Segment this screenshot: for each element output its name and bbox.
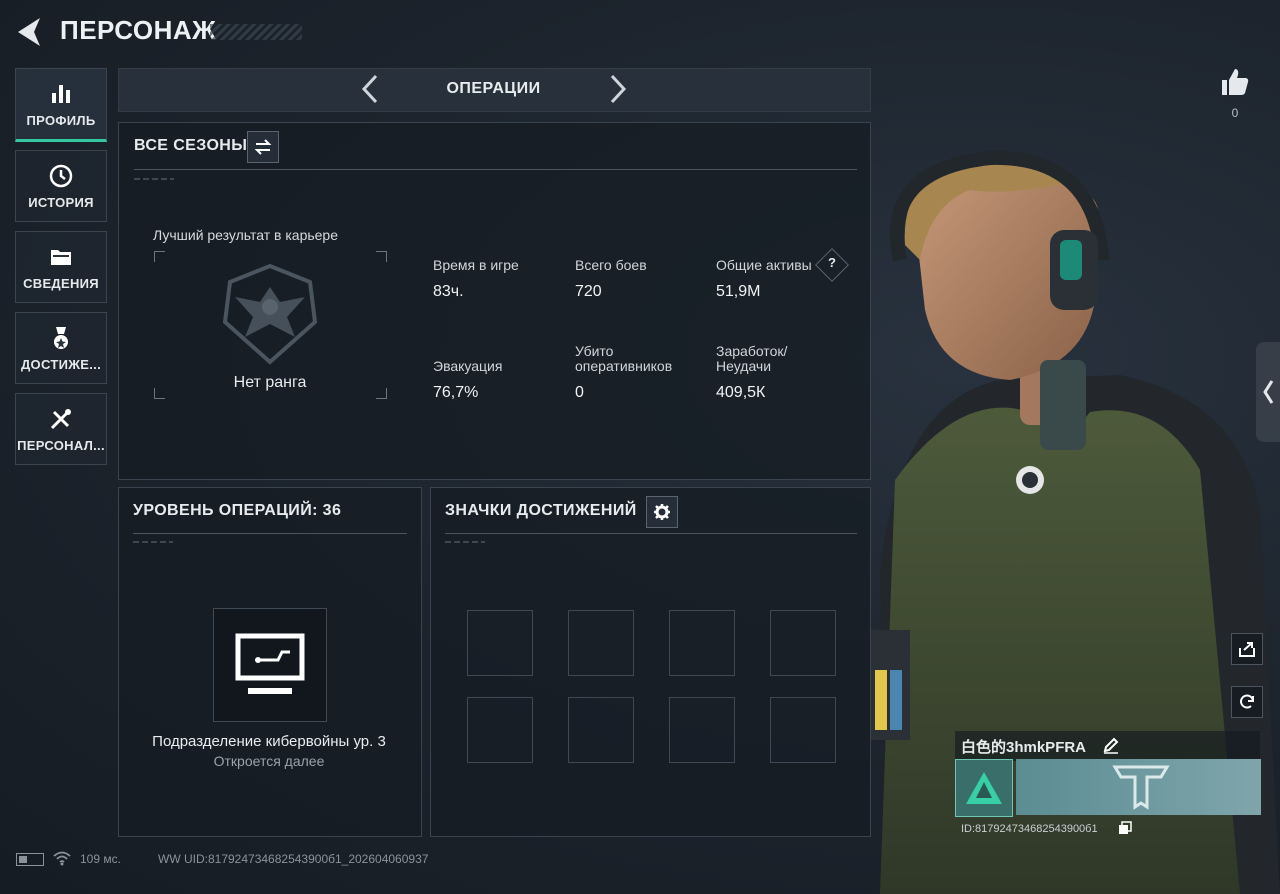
nav-info-label: СВЕДЕНИЯ — [23, 275, 99, 291]
help-icon: ? — [828, 255, 836, 270]
seasons-title: ВСЕ СЕЗОНЫ — [134, 137, 248, 154]
badge-slot[interactable] — [467, 610, 533, 676]
rank-emblem-icon — [222, 263, 318, 365]
wifi-icon — [53, 851, 71, 866]
chevron-right-icon[interactable] — [606, 73, 630, 105]
best-result-label: Лучший результат в карьере — [153, 227, 339, 243]
battery-icon — [16, 853, 44, 866]
ops-level-divider — [133, 533, 407, 534]
uid-label: WW UID:817924734682543900б1_202604060937 — [158, 852, 429, 866]
nav-achievements[interactable]: ДОСТИЖЕ... — [15, 312, 107, 384]
swap-icon — [254, 139, 272, 155]
divider-decoration — [445, 541, 485, 543]
chevron-left-icon — [1263, 380, 1274, 404]
badge-slot[interactable] — [770, 610, 836, 676]
folder-icon — [51, 249, 71, 265]
badge-slot[interactable] — [669, 697, 735, 763]
unit-unlock-note: Откроется далее — [213, 753, 325, 769]
badge-slot[interactable] — [770, 697, 836, 763]
refresh-button[interactable] — [1231, 686, 1263, 718]
unit-emblem[interactable] — [213, 608, 327, 722]
nav-history[interactable]: ИСТОРИЯ — [15, 150, 107, 222]
nav-profile-label: ПРОФИЛЬ — [26, 112, 96, 128]
unit-name: Подразделение кибервойны ур. 3 — [152, 733, 386, 750]
triangle-rank-icon — [966, 772, 1002, 804]
badge-slot[interactable] — [568, 610, 634, 676]
nav-info[interactable]: СВЕДЕНИЯ — [15, 231, 107, 303]
player-id: ID:817924734682543900б1 — [961, 823, 1098, 835]
ping-label: 109 мс. — [80, 852, 121, 866]
gear-icon — [654, 504, 670, 520]
season-switch-button[interactable] — [247, 131, 279, 163]
stat-battles-value: 720 — [575, 283, 602, 300]
frame-corner — [154, 251, 165, 262]
thumbs-up-icon[interactable] — [1219, 66, 1251, 98]
stat-battles-label: Всего боев — [575, 257, 647, 273]
nav-profile[interactable]: ПРОФИЛЬ — [15, 68, 107, 142]
mode-label: ОПЕРАЦИИ — [446, 80, 541, 97]
stat-earnings-value: 409,5К — [716, 384, 766, 401]
nav-history-label: ИСТОРИЯ — [28, 194, 94, 210]
stat-playtime-value: 83ч. — [433, 283, 464, 300]
copy-icon[interactable] — [1118, 821, 1132, 835]
back-arrow-icon[interactable] — [14, 14, 46, 50]
player-name: 白色的3hmkPFRA — [961, 739, 1087, 756]
achievements-divider — [445, 533, 857, 534]
nav-personalization[interactable]: ПЕРСОНАЛ... — [15, 393, 107, 465]
achievements-settings-button[interactable] — [646, 496, 678, 528]
frame-corner — [376, 251, 387, 262]
history-icon — [49, 164, 73, 187]
likes-count: 0 — [1231, 106, 1239, 120]
bar-chart-icon — [52, 84, 70, 103]
side-collapse-tab[interactable] — [1256, 342, 1280, 442]
achievements-title: ЗНАЧКИ ДОСТИЖЕНИЙ — [445, 502, 637, 519]
badge-slot[interactable] — [669, 610, 735, 676]
stat-assets-value: 51,9М — [716, 283, 761, 300]
nav-achievements-label: ДОСТИЖЕ... — [21, 356, 101, 372]
refresh-icon — [1240, 694, 1254, 709]
seasons-divider — [134, 169, 857, 170]
ops-level-title: УРОВЕНЬ ОПЕРАЦИЙ: 36 — [133, 502, 342, 519]
edit-icon[interactable] — [1102, 736, 1120, 754]
stat-kills-label: Убито оперативников — [575, 343, 673, 374]
player-banner[interactable] — [1016, 759, 1261, 815]
emblem-icon — [1112, 765, 1170, 810]
stat-assets-label: Общие активы — [716, 257, 812, 273]
stat-evac-value: 76,7% — [433, 384, 479, 401]
chevron-left-icon[interactable] — [358, 73, 382, 105]
divider-decoration — [133, 541, 173, 543]
stat-evac-label: Эвакуация — [433, 358, 503, 374]
stat-playtime-label: Время в игре — [433, 257, 519, 273]
badge-slot[interactable] — [568, 697, 634, 763]
rank-label: Нет ранга — [233, 374, 307, 391]
stat-kills-value: 0 — [575, 384, 584, 401]
share-icon — [1239, 642, 1255, 657]
monitor-icon — [235, 633, 305, 694]
nav-personalization-label: ПЕРСОНАЛ... — [17, 437, 105, 453]
divider-decoration — [134, 178, 174, 180]
title-decoration — [210, 24, 302, 40]
badge-slot[interactable] — [467, 697, 533, 763]
medal-icon — [54, 326, 68, 349]
page-title: ПЕРСОНАЖ — [60, 15, 217, 45]
stat-earnings-label: Заработок/ Неудачи — [716, 343, 788, 374]
tools-icon — [50, 408, 71, 429]
share-button[interactable] — [1231, 633, 1263, 665]
rank-badge[interactable] — [955, 759, 1013, 817]
